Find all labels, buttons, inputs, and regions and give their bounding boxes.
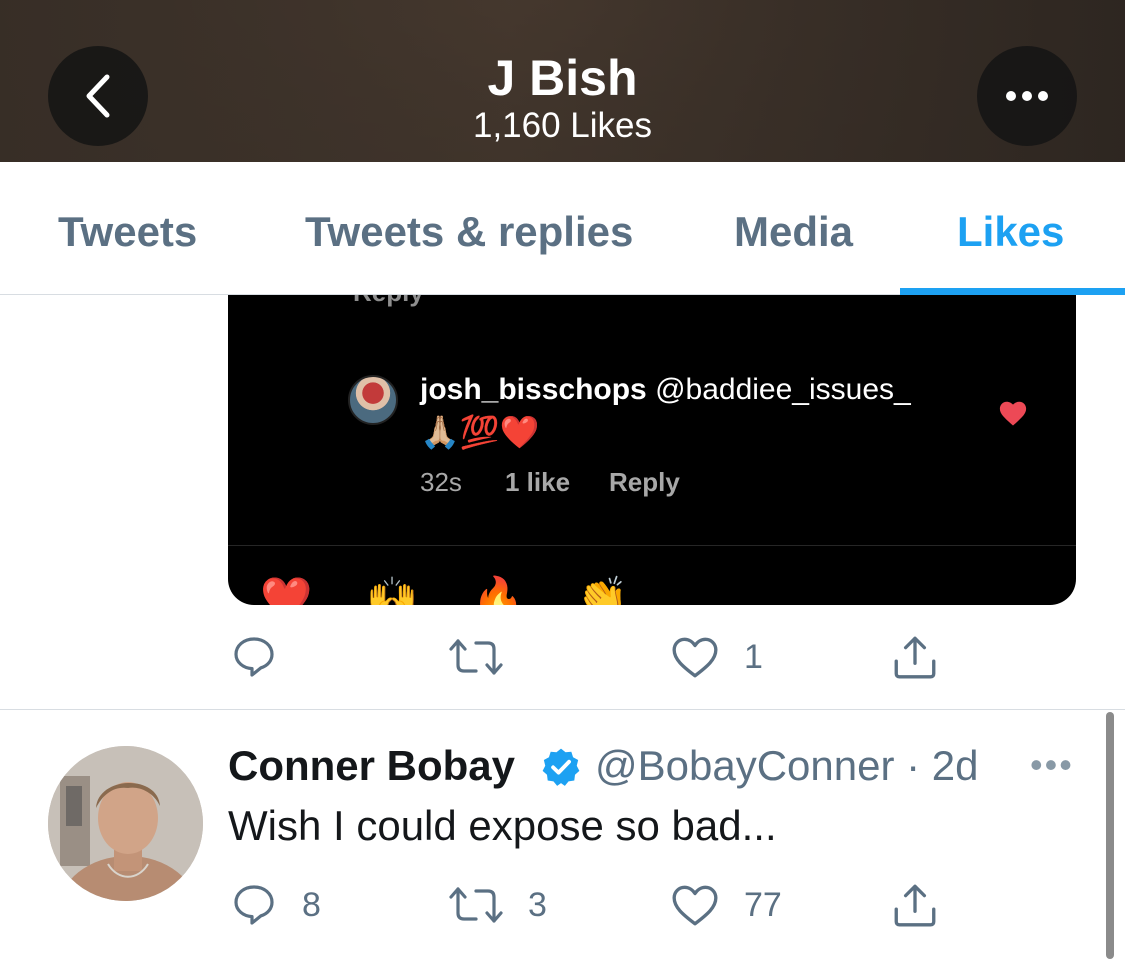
cut-off-reply-text: Reply (353, 295, 424, 308)
comment-mention: @baddiee_issues_ (655, 373, 911, 406)
heart-outline-icon (672, 885, 718, 926)
share-button[interactable] (890, 875, 940, 935)
reaction-clap: 👏 (576, 575, 629, 605)
reaction-heart: ❤️ (260, 575, 313, 605)
tweet-separator (0, 709, 1125, 710)
reaction-heart-eyes: 😍 (782, 575, 826, 605)
commenter-avatar (348, 375, 398, 425)
like-count: 77 (744, 885, 782, 924)
reaction-surprised: 😮 (886, 575, 930, 605)
likes-count-subtitle: 1,160 Likes (472, 106, 653, 145)
share-icon (894, 636, 936, 679)
retweet-button[interactable] (448, 627, 504, 687)
author-name[interactable]: Conner Bobay (228, 740, 515, 792)
tweet-actions: 1 (0, 627, 1125, 687)
comment-header: josh_bisschops @baddiee_issues_ (420, 373, 911, 407)
heart-outline-icon (672, 637, 718, 678)
tab-tweets[interactable]: Tweets (58, 207, 197, 257)
reply-count: 8 (302, 885, 321, 924)
reaction-laughing: 😂 (990, 575, 1040, 605)
tweet-media-image[interactable]: Reply josh_bisschops @baddiee_issues_ 🙏🏼… (228, 295, 1076, 605)
like-button[interactable]: 1 (670, 627, 763, 687)
reply-icon (234, 885, 274, 925)
retweet-icon (449, 887, 503, 923)
more-options-button[interactable] (977, 46, 1077, 146)
scrollbar[interactable] (1106, 712, 1114, 959)
retweet-icon (449, 639, 503, 675)
share-icon (894, 884, 936, 927)
tweet-more-button[interactable]: ••• (1030, 745, 1074, 785)
comment-likes: 1 like (505, 467, 571, 497)
comment-reply: Reply (609, 467, 680, 497)
comment-emojis: 🙏🏼💯❤️ (420, 414, 540, 450)
tab-likes[interactable]: Likes (957, 207, 1064, 257)
heart-filled-icon (999, 401, 1027, 426)
tweet-text: Wish I could expose so bad... (228, 802, 777, 849)
author-handle-time[interactable]: @BobayConner · 2d (595, 740, 979, 792)
reply-icon (234, 637, 274, 677)
reply-button[interactable]: 8 (230, 875, 321, 935)
reaction-raised-hands: 🙌 (366, 575, 419, 605)
comment-username: josh_bisschops (420, 373, 647, 406)
verified-badge-icon (542, 748, 580, 786)
profile-tabs: Tweets Tweets & replies Media Likes (0, 162, 1125, 295)
tweet-actions: 8 3 77 (0, 875, 1125, 935)
retweet-count: 3 (528, 885, 547, 924)
tab-media[interactable]: Media (734, 207, 853, 257)
active-tab-indicator (900, 288, 1125, 295)
comment-time: 32s (420, 467, 462, 497)
media-divider (228, 545, 1076, 546)
like-count: 1 (744, 637, 763, 676)
like-button[interactable]: 77 (670, 875, 782, 935)
profile-name-title: J Bish (487, 50, 638, 106)
share-button[interactable] (890, 627, 940, 687)
tab-tweets-replies[interactable]: Tweets & replies (305, 207, 633, 257)
retweet-button[interactable]: 3 (448, 875, 547, 935)
reaction-sad: 😢 (678, 575, 722, 605)
reaction-fire: 🔥 (472, 575, 525, 605)
profile-header: J Bish 1,160 Likes (0, 0, 1125, 162)
more-dots-icon (1006, 91, 1048, 101)
reply-button[interactable] (230, 627, 278, 687)
reaction-bar: ❤️ 🙌 🔥 👏 😢 😍 😮 😂 (228, 569, 1076, 605)
